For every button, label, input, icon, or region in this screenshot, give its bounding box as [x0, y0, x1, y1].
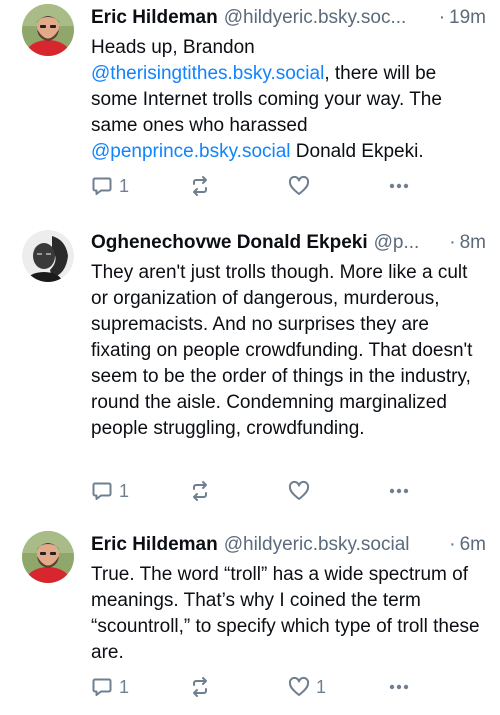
post-header: Eric Hildeman @hildyeric.bsky.social · 6…	[91, 529, 486, 561]
repost-icon	[193, 176, 207, 196]
separator-dot: ·	[449, 232, 456, 253]
avatar-photo-icon	[22, 4, 74, 56]
avatar[interactable]	[22, 4, 74, 56]
like-count: 1	[316, 676, 327, 697]
author-name[interactable]: Eric Hildeman	[91, 7, 218, 29]
more-options-button[interactable]	[387, 172, 411, 200]
heart-icon	[288, 676, 310, 696]
avatar[interactable]	[22, 230, 74, 282]
like-button[interactable]	[288, 477, 316, 505]
post-timestamp[interactable]: 19m	[449, 7, 486, 29]
like-button[interactable]	[288, 172, 316, 200]
repost-icon	[193, 677, 207, 697]
reply-icon	[92, 678, 112, 696]
mention-link[interactable]: @penprince.bsky.social	[91, 141, 291, 162]
post-card[interactable]: Oghenechovwe Donald Ekpeki @p... · 8m Th…	[0, 225, 500, 515]
reply-count: 1	[119, 676, 130, 697]
post-card[interactable]: Eric Hildeman @hildyeric.bsky.soc... · 1…	[0, 0, 500, 215]
heart-icon	[288, 480, 310, 500]
author-name[interactable]: Eric Hildeman	[91, 534, 218, 556]
more-options-icon	[389, 183, 409, 189]
text-segment: True. The word “troll” has a wide spectr…	[91, 564, 480, 663]
post-thread: Eric Hildeman @hildyeric.bsky.soc... · 1…	[0, 0, 500, 715]
avatar[interactable]	[22, 531, 74, 583]
reply-count: 1	[119, 480, 130, 501]
repost-button[interactable]	[189, 673, 217, 701]
text-segment: They aren't just trolls though. More lik…	[91, 262, 473, 439]
repost-button[interactable]	[189, 477, 217, 505]
repost-button[interactable]	[189, 172, 217, 200]
post-header: Oghenechovwe Donald Ekpeki @p... · 8m	[91, 227, 486, 259]
post-actions: 1	[91, 477, 421, 505]
reply-count: 1	[119, 175, 130, 196]
repost-icon	[193, 481, 207, 501]
post-text: Heads up, Brandon @therisingtithes.bsky.…	[91, 35, 481, 165]
post-header: Eric Hildeman @hildyeric.bsky.soc... · 1…	[91, 2, 486, 34]
author-handle[interactable]: @p...	[374, 232, 444, 254]
author-name[interactable]: Oghenechovwe Donald Ekpeki	[91, 232, 368, 254]
more-options-icon	[389, 488, 409, 494]
author-handle[interactable]: @hildyeric.bsky.soc...	[224, 7, 433, 29]
post-actions: 1 1	[91, 673, 421, 701]
reply-icon	[92, 482, 112, 500]
like-button[interactable]: 1	[288, 673, 326, 701]
reply-button[interactable]: 1	[91, 673, 129, 701]
post-timestamp[interactable]: 8m	[460, 232, 486, 254]
reply-icon	[92, 177, 112, 195]
mention-link[interactable]: @therisingtithes.bsky.social	[91, 63, 324, 84]
post-text: They aren't just trolls though. More lik…	[91, 260, 481, 442]
post-card[interactable]: Eric Hildeman @hildyeric.bsky.social · 6…	[0, 527, 500, 715]
more-options-icon	[389, 684, 409, 690]
more-options-button[interactable]	[387, 477, 411, 505]
avatar-photo-icon	[22, 531, 74, 583]
heart-icon	[288, 175, 310, 195]
separator-dot: ·	[438, 7, 446, 28]
post-text: True. The word “troll” has a wide spectr…	[91, 562, 481, 666]
avatar-photo-icon	[22, 230, 74, 282]
text-segment: Donald Ekpeki.	[290, 141, 424, 162]
more-options-button[interactable]	[387, 673, 411, 701]
text-segment: Heads up, Brandon	[91, 37, 255, 58]
separator-dot: ·	[449, 534, 456, 555]
reply-button[interactable]: 1	[91, 477, 129, 505]
post-actions: 1	[91, 172, 421, 200]
author-handle[interactable]: @hildyeric.bsky.social	[224, 534, 444, 556]
reply-button[interactable]: 1	[91, 172, 129, 200]
post-timestamp[interactable]: 6m	[460, 534, 486, 556]
